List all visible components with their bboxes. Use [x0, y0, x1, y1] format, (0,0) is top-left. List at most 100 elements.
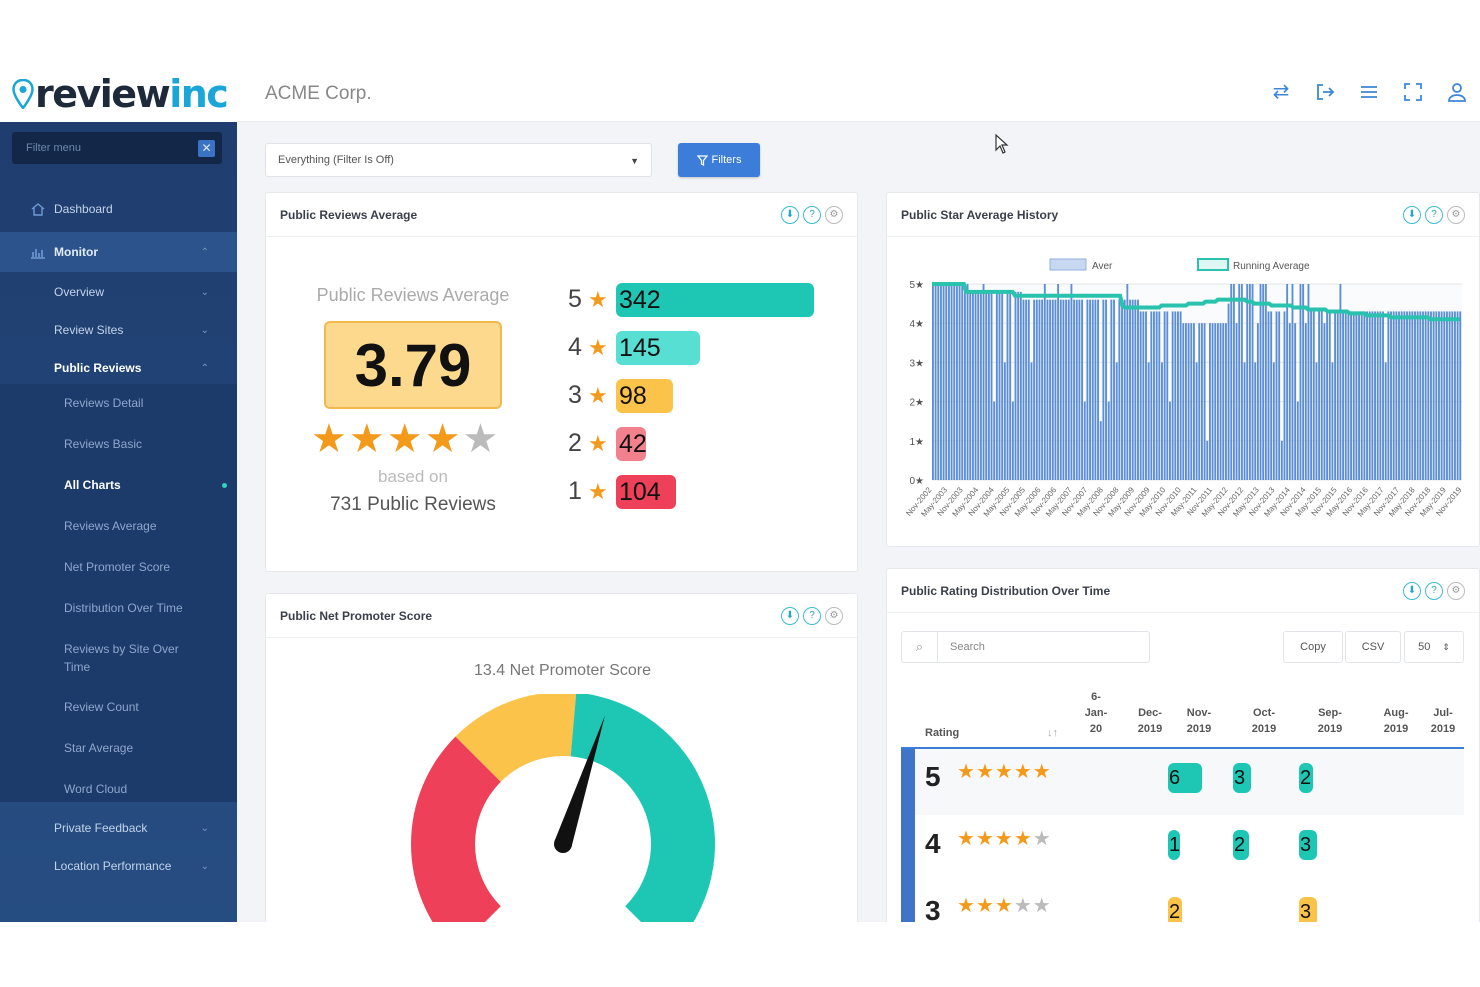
count-cell[interactable]: 6 — [1168, 763, 1202, 793]
count-cell[interactable]: 3 — [1233, 763, 1251, 793]
history-bar — [1179, 311, 1182, 480]
rating-number: 3 — [568, 381, 582, 409]
menu-icon[interactable] — [1358, 81, 1380, 103]
history-bar — [1025, 299, 1028, 480]
history-bar — [1278, 311, 1281, 480]
row-rating-number: 3 — [925, 895, 941, 922]
logout-icon[interactable] — [1314, 81, 1336, 103]
sort-icon[interactable]: ↓↑ — [1047, 725, 1058, 741]
sidebar-sub-reviews-basic[interactable]: Reviews Basic — [64, 435, 224, 453]
clear-filter-icon[interactable]: ✕ — [198, 140, 215, 157]
sidebar-sub-reviews-average[interactable]: Reviews Average — [64, 517, 224, 535]
rating-count-bar[interactable]: 104 — [616, 475, 677, 509]
star-average-history-chart[interactable]: 5★4★3★2★1★0★Nov-2002May-2003Nov-2003May-… — [887, 239, 1480, 544]
count-cell[interactable]: 3 — [1299, 830, 1317, 860]
sidebar-item-monitor[interactable]: Monitor ⌃ — [0, 232, 237, 272]
settings-icon[interactable]: ⚙ — [1447, 206, 1465, 224]
col-header-date[interactable]: Jul- 2019 — [1423, 705, 1463, 737]
help-icon[interactable]: ? — [803, 607, 821, 625]
sidebar-item-dashboard[interactable]: Dashboard — [0, 198, 237, 220]
fullscreen-icon[interactable] — [1402, 81, 1424, 103]
sidebar-item-overview[interactable]: Overview ⌄ — [0, 280, 237, 304]
copy-button[interactable]: Copy — [1283, 631, 1343, 663]
history-bar — [1027, 299, 1030, 480]
col-header-date[interactable]: Dec- 2019 — [1130, 705, 1170, 737]
settings-icon[interactable]: ⚙ — [825, 607, 843, 625]
sidebar-sub-review-count[interactable]: Review Count — [64, 698, 224, 716]
swap-icon[interactable]: ⇄ — [1270, 81, 1292, 103]
sidebar-sub-reviews-detail[interactable]: Reviews Detail — [64, 394, 224, 412]
help-icon[interactable]: ? — [1425, 206, 1443, 224]
history-bar — [1267, 311, 1270, 480]
history-bar — [1398, 311, 1400, 480]
rating-count-bar[interactable]: 145 — [616, 331, 700, 365]
history-bar — [1248, 284, 1251, 480]
history-bar — [1272, 362, 1275, 480]
rating-count-bar[interactable]: 42 — [616, 427, 647, 461]
csv-button[interactable]: CSV — [1345, 631, 1401, 663]
count-cell[interactable]: 2 — [1299, 763, 1313, 793]
sidebar-item-private-feedback[interactable]: Private Feedback ⌄ — [0, 816, 237, 840]
count-cell[interactable]: 1 — [1168, 830, 1181, 860]
sidebar-sub-reviews-by-site[interactable]: Reviews by Site Over Time — [64, 640, 194, 676]
download-icon[interactable]: ⬇ — [1403, 582, 1421, 600]
sidebar-item-review-sites[interactable]: Review Sites ⌄ — [0, 318, 237, 342]
help-icon[interactable]: ? — [1425, 582, 1443, 600]
col-header-date[interactable]: Sep- 2019 — [1310, 705, 1350, 737]
history-bar — [1200, 323, 1203, 480]
table-search-input[interactable]: ⌕ Search — [901, 631, 1150, 663]
help-icon[interactable]: ? — [803, 206, 821, 224]
review-count-text: 731 Public Reviews — [330, 494, 496, 515]
filter-menu-input[interactable]: Filter menu ✕ — [12, 132, 222, 164]
filters-button[interactable]: Filters — [678, 143, 760, 177]
history-bar — [1059, 299, 1062, 480]
col-header-rating[interactable]: Rating — [925, 725, 959, 741]
count-cell[interactable]: 3 — [1299, 897, 1317, 922]
card-title: Public Star Average History — [887, 193, 1479, 237]
col-header-date[interactable]: 6- Jan- 20 — [1082, 689, 1110, 737]
sidebar-item-location-performance[interactable]: Location Performance ⌄ — [0, 854, 237, 878]
brand-logo[interactable]: review inc — [0, 65, 237, 122]
rating-count-bar[interactable]: 342 — [616, 283, 814, 317]
sidebar-item-label: Location Performance — [54, 859, 172, 873]
history-bar — [1193, 323, 1195, 480]
download-icon[interactable]: ⬇ — [1403, 206, 1421, 224]
sidebar-sub-star-average[interactable]: Star Average — [64, 739, 224, 757]
history-bar — [1307, 284, 1310, 480]
rating-distribution-card: Public Rating Distribution Over Time ⬇ ?… — [886, 568, 1480, 922]
history-bar — [1067, 299, 1070, 480]
history-bar — [1182, 323, 1185, 480]
sidebar-sub-net-promoter-score[interactable]: Net Promoter Score — [64, 558, 224, 576]
history-bar — [1246, 284, 1249, 480]
user-icon[interactable] — [1446, 81, 1468, 103]
history-bar — [1379, 311, 1382, 480]
download-icon[interactable]: ⬇ — [781, 206, 799, 224]
sidebar-sub-distribution-over-time[interactable]: Distribution Over Time — [64, 599, 224, 617]
rating-count-bar[interactable]: 98 — [616, 379, 673, 413]
history-bar — [1395, 311, 1398, 480]
star-icon: ★ — [311, 417, 349, 461]
filter-select[interactable]: Everything (Filter Is Off) ▼ — [265, 143, 652, 177]
average-stars: ★★★★★ — [311, 417, 500, 461]
history-bar — [1123, 299, 1126, 480]
sidebar-sub-word-cloud[interactable]: Word Cloud — [64, 780, 224, 798]
sidebar-item-public-reviews[interactable]: Public Reviews ⌃ — [0, 356, 237, 380]
sidebar-sub-all-charts[interactable]: All Charts — [64, 476, 224, 494]
col-header-line: 2019 — [1383, 723, 1409, 735]
star-icon: ★ — [581, 287, 608, 312]
rating-label: 1 ★ — [568, 477, 608, 506]
col-header-date[interactable]: Nov- 2019 — [1179, 705, 1219, 737]
count-cell[interactable]: 2 — [1233, 830, 1249, 860]
settings-icon[interactable]: ⚙ — [825, 206, 843, 224]
col-header-date[interactable]: Oct- 2019 — [1244, 705, 1284, 737]
page-size-select[interactable]: 50 ⇕ — [1404, 631, 1464, 663]
history-bar — [1038, 299, 1041, 480]
col-header-date[interactable]: Aug- 2019 — [1376, 705, 1416, 737]
company-name: ACME Corp. — [265, 83, 372, 104]
download-icon[interactable]: ⬇ — [781, 607, 799, 625]
history-bar — [990, 291, 993, 480]
settings-icon[interactable]: ⚙ — [1447, 582, 1465, 600]
history-bar — [1363, 311, 1366, 480]
count-cell[interactable]: 2 — [1168, 897, 1182, 922]
history-bar — [1419, 311, 1422, 480]
